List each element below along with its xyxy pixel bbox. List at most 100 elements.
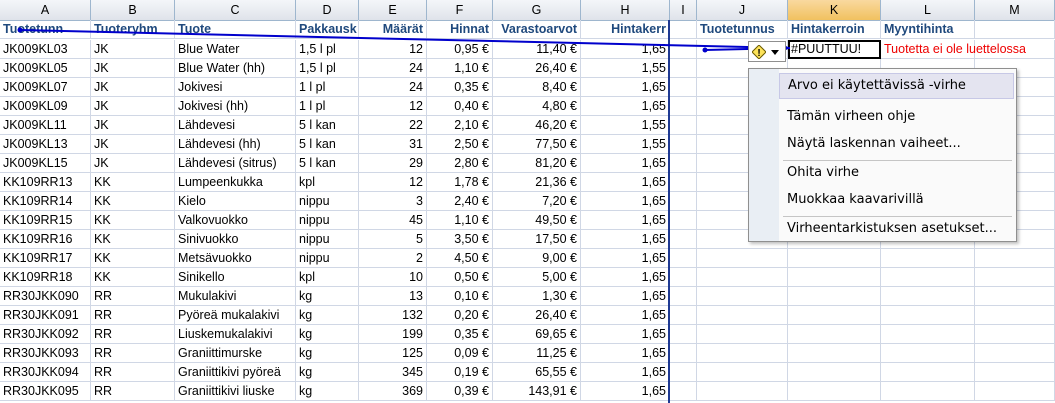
column-header-c[interactable]: C [175, 0, 296, 20]
cell-j[interactable] [697, 249, 788, 268]
column-header-m[interactable]: M [975, 0, 1055, 20]
cell-i[interactable] [670, 344, 697, 363]
cell-g[interactable]: 8,40 € [493, 78, 581, 97]
cell-h[interactable]: 1,65 [581, 192, 670, 211]
cell-a[interactable]: JK009KL05 [0, 59, 91, 78]
error-options-button[interactable]: ! [748, 41, 786, 62]
cell-d[interactable]: 5 l kan [296, 116, 359, 135]
cell-a[interactable]: KK109RR14 [0, 192, 91, 211]
cell-f[interactable]: 0,40 € [427, 97, 493, 116]
cell-i[interactable] [670, 78, 697, 97]
cell-l[interactable]: Myyntihinta [881, 20, 975, 39]
cell-d[interactable]: Pakkausk [296, 20, 359, 39]
cell-h[interactable]: 1,55 [581, 59, 670, 78]
cell-c[interactable]: Lähdevesi (sitrus) [175, 154, 296, 173]
cell-a[interactable]: JK009KL03 [0, 40, 91, 59]
cell-c[interactable]: Blue Water [175, 40, 296, 59]
cell-i[interactable] [670, 268, 697, 287]
cell-f[interactable]: Hinnat [427, 20, 493, 39]
cell-d[interactable]: kg [296, 382, 359, 401]
cell-f[interactable]: 0,10 € [427, 287, 493, 306]
cell-f[interactable]: 0,35 € [427, 325, 493, 344]
cell-m[interactable] [975, 344, 1055, 363]
cell-a[interactable]: JK009KL07 [0, 78, 91, 97]
cell-a[interactable]: KK109RR17 [0, 249, 91, 268]
cell-c[interactable]: Graniittikivi pyöreä [175, 363, 296, 382]
cell-d[interactable]: kg [296, 306, 359, 325]
cell-h[interactable]: 1,65 [581, 40, 670, 59]
column-header-l[interactable]: L [881, 0, 975, 20]
cell-m[interactable] [975, 306, 1055, 325]
cell-e[interactable]: 22 [359, 116, 427, 135]
cell-l[interactable] [881, 249, 975, 268]
cell-h[interactable]: 1,55 [581, 116, 670, 135]
cell-c[interactable]: Pyöreä mukalakivi [175, 306, 296, 325]
cell-k[interactable] [788, 363, 881, 382]
cell-h[interactable]: 1,65 [581, 97, 670, 116]
cell-b[interactable]: KK [91, 230, 175, 249]
cell-a[interactable]: KK109RR18 [0, 268, 91, 287]
cell-g[interactable]: Varastoarvot [493, 20, 581, 39]
cell-e[interactable]: 369 [359, 382, 427, 401]
cell-f[interactable]: 0,19 € [427, 363, 493, 382]
cell-a[interactable]: JK009KL15 [0, 154, 91, 173]
cell-e[interactable]: 12 [359, 173, 427, 192]
cell-f[interactable]: 0,35 € [427, 78, 493, 97]
cell-b[interactable]: RR [91, 363, 175, 382]
cell-f[interactable]: 0,09 € [427, 344, 493, 363]
cell-f[interactable]: 2,40 € [427, 192, 493, 211]
cell-i[interactable] [670, 40, 697, 59]
cell-k[interactable]: Hintakerroin [788, 20, 881, 39]
menu-item-edit-formula-bar[interactable]: Muokkaa kaavarivillä [779, 187, 1014, 213]
cell-i[interactable] [670, 173, 697, 192]
column-header-f[interactable]: F [427, 0, 493, 20]
cell-g[interactable]: 1,30 € [493, 287, 581, 306]
cell-e[interactable]: 31 [359, 135, 427, 154]
cell-b[interactable]: Tuoteryhm [91, 20, 175, 39]
cell-d[interactable]: nippu [296, 192, 359, 211]
cell-h[interactable]: 1,65 [581, 173, 670, 192]
column-header-g[interactable]: G [493, 0, 581, 20]
cell-a[interactable]: JK009KL09 [0, 97, 91, 116]
cell-j[interactable]: Tuotetunnus [697, 20, 788, 39]
cell-i[interactable] [670, 20, 697, 39]
cell-i[interactable] [670, 363, 697, 382]
cell-f[interactable]: 2,80 € [427, 154, 493, 173]
cell-e[interactable]: 13 [359, 287, 427, 306]
cell-e[interactable]: 125 [359, 344, 427, 363]
cell-c[interactable]: Lähdevesi [175, 116, 296, 135]
cell-i[interactable] [670, 116, 697, 135]
cell-c[interactable]: Jokivesi [175, 78, 296, 97]
cell-h[interactable]: 1,65 [581, 230, 670, 249]
cell-f[interactable]: 0,50 € [427, 268, 493, 287]
cell-e[interactable]: 45 [359, 211, 427, 230]
column-header-k[interactable]: K [788, 0, 881, 20]
cell-b[interactable]: RR [91, 306, 175, 325]
cell-b[interactable]: JK [91, 40, 175, 59]
cell-b[interactable]: KK [91, 249, 175, 268]
cell-k[interactable] [788, 249, 881, 268]
cell-c[interactable]: Graniittikivi liuske [175, 382, 296, 401]
cell-b[interactable]: JK [91, 78, 175, 97]
cell-a[interactable]: RR30JKK090 [0, 287, 91, 306]
cell-b[interactable]: JK [91, 154, 175, 173]
cell-d[interactable]: kg [296, 344, 359, 363]
cell-e[interactable]: 10 [359, 268, 427, 287]
cell-e[interactable]: 24 [359, 59, 427, 78]
menu-item-error-options[interactable]: Virheentarkistuksen asetukset... [779, 216, 1014, 242]
cell-b[interactable]: RR [91, 382, 175, 401]
cell-i[interactable] [670, 135, 697, 154]
cell-a[interactable]: KK109RR13 [0, 173, 91, 192]
cell-f[interactable]: 4,50 € [427, 249, 493, 268]
cell-c[interactable]: Mukulakivi [175, 287, 296, 306]
cell-h[interactable]: 1,65 [581, 154, 670, 173]
cell-c[interactable]: Metsävuokko [175, 249, 296, 268]
cell-g[interactable]: 81,20 € [493, 154, 581, 173]
cell-a[interactable]: JK009KL13 [0, 135, 91, 154]
cell-l[interactable] [881, 363, 975, 382]
cell-a[interactable]: RR30JKK095 [0, 382, 91, 401]
cell-g[interactable]: 7,20 € [493, 192, 581, 211]
cell-l[interactable] [881, 325, 975, 344]
cell-a[interactable]: KK109RR16 [0, 230, 91, 249]
cell-d[interactable]: 5 l kan [296, 154, 359, 173]
